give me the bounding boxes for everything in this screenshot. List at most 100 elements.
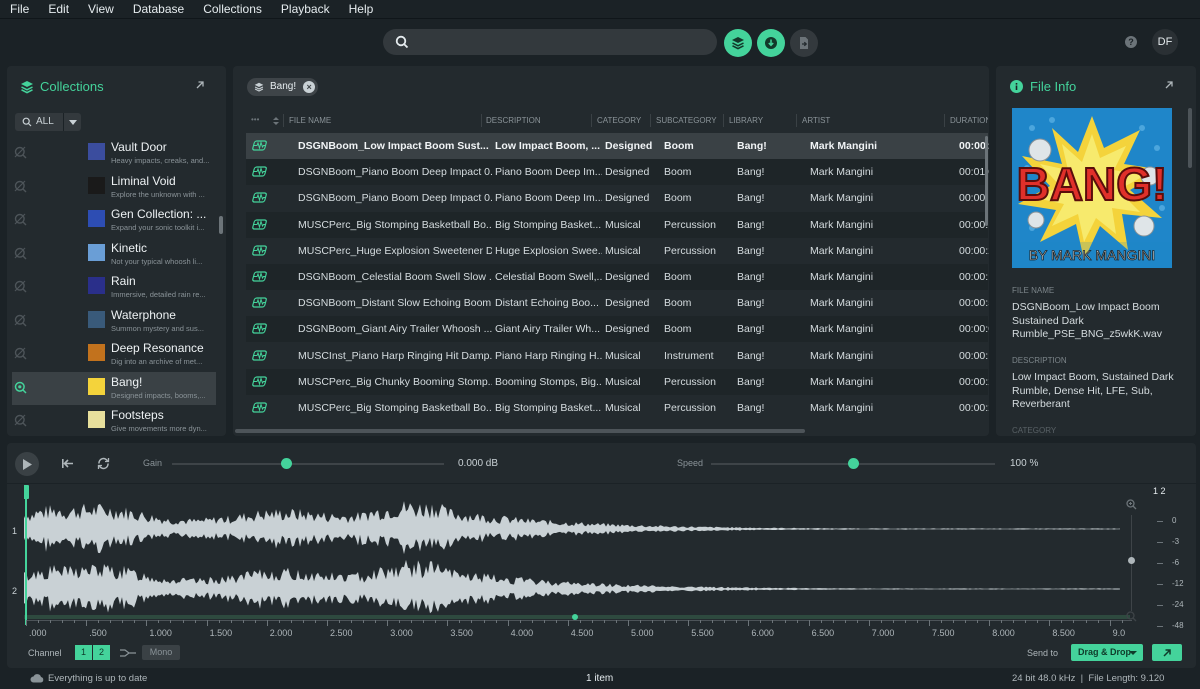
- collections-toggle-button[interactable]: [724, 29, 752, 57]
- expand-icon[interactable]: [1164, 80, 1174, 90]
- timeline-tick: [736, 620, 738, 623]
- close-icon[interactable]: ×: [303, 81, 316, 93]
- table-cell-subcategory: Boom: [664, 323, 692, 336]
- gain-slider[interactable]: [172, 463, 444, 465]
- info-toggle-button[interactable]: [757, 29, 785, 57]
- search-input[interactable]: [383, 29, 717, 55]
- channel-2-button[interactable]: 2: [93, 645, 111, 660]
- sort-icon[interactable]: [273, 117, 279, 125]
- table-cell-subcategory: Boom: [664, 192, 692, 205]
- menu-playback[interactable]: Playback: [281, 2, 330, 16]
- unsubscribed-icon[interactable]: [14, 347, 27, 360]
- timeline-tick: [929, 620, 930, 626]
- unsubscribed-icon[interactable]: [14, 280, 27, 293]
- timeline-tick: [603, 620, 605, 623]
- mono-button[interactable]: Mono: [142, 645, 180, 660]
- table-cell-file-name: MUSCPerc_Big Stomping Basketball Bo...: [298, 402, 492, 414]
- table-row[interactable]: MUSCPerc_Big Chunky Booming Stomp... Boom…: [246, 368, 989, 395]
- table-horizontal-scrollbar[interactable]: [235, 429, 805, 433]
- unsubscribed-icon[interactable]: [14, 213, 27, 226]
- menu-database[interactable]: Database: [133, 2, 184, 16]
- zoom-in-icon[interactable]: [1126, 499, 1137, 510]
- waveform-file-icon: [252, 402, 267, 413]
- column-header-library[interactable]: LIBRARY: [729, 116, 795, 125]
- unsubscribed-icon[interactable]: [14, 414, 27, 427]
- column-header-artist[interactable]: ARTIST: [802, 116, 942, 125]
- collection-name: Liminal Void: [111, 173, 176, 188]
- table-row[interactable]: DSGNBoom_Celestial Boom Swell Slow ... Ce…: [246, 264, 989, 290]
- collection-item[interactable]: Kinetic Not your typical whoosh li...: [12, 238, 216, 271]
- timeline-tick: [122, 620, 124, 623]
- timeline-tick: [1037, 620, 1039, 623]
- collections-scrollbar[interactable]: [219, 216, 223, 234]
- waveform-display[interactable]: [24, 485, 1130, 625]
- table-cell-file-name: DSGNBoom_Distant Slow Echoing Boom...: [298, 297, 492, 310]
- table-row[interactable]: DSGNBoom_Piano Boom Deep Impact 0... Pian…: [246, 185, 989, 211]
- column-header-duration[interactable]: DURATION: [950, 116, 988, 125]
- cover-subtitle: BY MARK MANGINI: [1029, 247, 1156, 263]
- column-header-file-name[interactable]: FILE NAME: [289, 116, 479, 125]
- collection-item[interactable]: Deep Resonance Dig into an archive of met…: [12, 338, 216, 371]
- description-value: Low Impact Boom, Sustained Dark Rumble, …: [1012, 371, 1174, 410]
- user-avatar[interactable]: DF: [1152, 29, 1178, 55]
- unsubscribed-icon[interactable]: [14, 146, 27, 159]
- menu-view[interactable]: View: [88, 2, 114, 16]
- collection-item[interactable]: Bang! Designed impacts, booms,...: [12, 371, 216, 405]
- timeline-tick: [724, 620, 726, 623]
- table-row[interactable]: MUSCPerc_Big Stomping Basketball Bo... Bi…: [246, 211, 989, 238]
- gain-slider-handle[interactable]: [281, 458, 293, 469]
- timeline-label: 8.000: [992, 628, 1015, 638]
- column-header-description[interactable]: DESCRIPTION: [486, 116, 586, 125]
- unsubscribed-icon[interactable]: [14, 314, 27, 327]
- meter-tick: [1157, 626, 1163, 627]
- collection-filter[interactable]: ALL: [15, 113, 81, 131]
- meter-scale-label: -24: [1172, 600, 1184, 609]
- collection-item[interactable]: Vault Door Heavy impacts, creaks, and...: [12, 137, 216, 170]
- column-header-subcategory[interactable]: SUBCATEGORY: [656, 116, 722, 125]
- table-row[interactable]: DSGNBoom_Low Impact Boom Sust... Low Impa…: [246, 133, 989, 159]
- collection-item[interactable]: Rain Immersive, detailed rain re...: [12, 271, 216, 304]
- table-cell-library: Bang!: [737, 375, 765, 388]
- unsubscribed-icon[interactable]: [14, 247, 27, 260]
- filter-chip[interactable]: Bang! ×: [247, 78, 319, 96]
- more-icon[interactable]: •••: [251, 115, 259, 124]
- file-info-scrollbar[interactable]: [1188, 108, 1192, 168]
- waveform-file-icon: [252, 271, 267, 282]
- table-row[interactable]: MUSCPerc_Big Stomping Basketball Bo... Bi…: [246, 395, 989, 421]
- table-row[interactable]: DSGNBoom_Giant Airy Trailer Whoosh ... Gi…: [246, 316, 989, 343]
- filter-dropdown[interactable]: [63, 113, 81, 131]
- menu-edit[interactable]: Edit: [48, 2, 69, 16]
- unsubscribed-icon[interactable]: [14, 180, 27, 193]
- speed-slider-handle[interactable]: [848, 458, 859, 469]
- timeline-tick: [1013, 620, 1015, 623]
- table-row[interactable]: DSGNBoom_Distant Slow Echoing Boom... Dis…: [246, 290, 989, 316]
- loop-icon[interactable]: [97, 457, 110, 470]
- channel-1-button[interactable]: 1: [75, 645, 93, 660]
- menu-collections[interactable]: Collections: [203, 2, 262, 16]
- play-button[interactable]: [15, 452, 39, 476]
- send-button[interactable]: [1152, 644, 1182, 661]
- expand-icon[interactable]: [195, 80, 205, 90]
- menu-help[interactable]: Help: [349, 2, 374, 16]
- collection-item[interactable]: Gen Collection: ... Expand your sonic too…: [12, 204, 216, 237]
- send-target-dropdown[interactable]: Drag & Drop: [1071, 644, 1143, 661]
- table-cell-library: Bang!: [737, 140, 767, 152]
- timeline-tick: [555, 620, 557, 623]
- table-cell-duration: 00:00:21: [959, 402, 989, 414]
- menu-file[interactable]: File: [10, 2, 29, 16]
- table-row[interactable]: MUSCInst_Piano Harp Ringing Hit Damp... P…: [246, 343, 989, 369]
- collection-item[interactable]: Waterphone Summon mystery and sus...: [12, 305, 216, 338]
- table-vertical-scrollbar[interactable]: [985, 136, 988, 226]
- help-icon[interactable]: ?: [1125, 36, 1137, 48]
- zoom-slider-handle[interactable]: [1128, 557, 1135, 564]
- table-row[interactable]: MUSCPerc_Huge Explosion Sweetener D... Hu…: [246, 238, 989, 264]
- collection-item[interactable]: Footsteps Give movements more dyn...: [12, 405, 216, 436]
- table-row[interactable]: DSGNBoom_Piano Boom Deep Impact 0... Pian…: [246, 159, 989, 186]
- search-active-icon[interactable]: [14, 381, 27, 394]
- collection-item[interactable]: Liminal Void Explore the unknown with ...: [12, 171, 216, 204]
- skip-back-icon[interactable]: [61, 458, 74, 469]
- file-name-value: DSGNBoom_Low Impact Boom Sustained Dark …: [1012, 301, 1162, 340]
- export-file-button[interactable]: [790, 29, 818, 57]
- column-header-category[interactable]: CATEGORY: [597, 116, 649, 125]
- table-cell-library: Bang!: [737, 166, 765, 179]
